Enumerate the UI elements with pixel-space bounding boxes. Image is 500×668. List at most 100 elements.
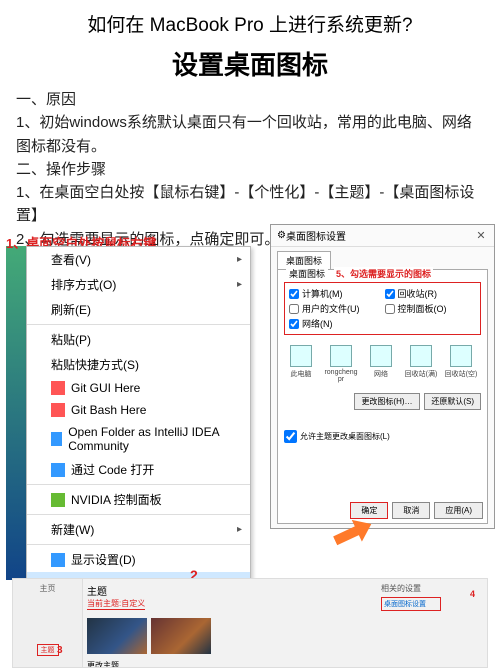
- settings-home: 主页: [15, 583, 80, 594]
- context-menu-label: Git GUI Here: [71, 381, 140, 395]
- desktop-context-menu: 查看(V) 排序方式(O) 刷新(E) 粘贴(P) 粘贴快捷方式(S) Git GUI H…: [26, 246, 251, 598]
- context-menu-item[interactable]: 粘贴快捷方式(S): [27, 352, 250, 377]
- line-4: 1、在桌面空白处按【鼠标右键】-【个性化】-【主题】-【桌面图标设置】: [16, 181, 484, 228]
- theme-preview-1[interactable]: [87, 618, 147, 654]
- display-icon: [51, 553, 65, 567]
- page-title-main: 设置桌面图标: [0, 43, 500, 88]
- icon-preview[interactable]: 回收站(满): [404, 345, 438, 383]
- context-menu-item[interactable]: Open Folder as IntelliJ IDEA Community: [27, 421, 250, 457]
- page-title-question: 如何在 MacBook Pro 上进行系统更新?: [0, 0, 500, 43]
- checkbox[interactable]: [289, 304, 299, 314]
- context-menu-item[interactable]: 显示设置(D): [27, 547, 250, 572]
- context-menu-item[interactable]: 排序方式(O): [27, 272, 250, 297]
- context-menu-label: 粘贴快捷方式(S): [51, 356, 139, 373]
- icon-label: 回收站(空): [444, 369, 478, 379]
- context-menu-item[interactable]: 粘贴(P): [27, 327, 250, 352]
- restore-default-button[interactable]: 还原默认(S): [424, 393, 481, 410]
- context-menu-label: Git Bash Here: [71, 403, 146, 417]
- icon-label: rongcheng pr: [324, 369, 358, 383]
- context-menu-item[interactable]: 查看(V): [27, 247, 250, 272]
- icon-label: 此电脑: [284, 369, 318, 379]
- annotation-5: 5、勾选需要显示的图标: [334, 267, 433, 280]
- checkbox-grid: 计算机(M) 回收站(R) 用户的文件(U) 控制面板(O) 网络(N): [284, 282, 481, 335]
- checkbox[interactable]: [385, 289, 395, 299]
- separator: [27, 544, 250, 545]
- git-icon: [51, 403, 65, 417]
- icon-preview[interactable]: 网络: [364, 345, 398, 383]
- checkbox-item[interactable]: 计算机(M): [289, 287, 381, 300]
- checkbox-label: 回收站(R): [398, 287, 438, 300]
- apply-button[interactable]: 应用(A): [434, 502, 483, 519]
- checkbox[interactable]: [289, 289, 299, 299]
- checkbox[interactable]: [385, 304, 395, 314]
- checkbox[interactable]: [289, 319, 299, 329]
- dialog-titlebar: ⚙ 桌面图标设置 ✕: [271, 225, 494, 247]
- dialog-footer: 确定 取消 应用(A): [282, 502, 483, 519]
- folder-icon: [330, 345, 352, 367]
- related-settings-heading: 相关的设置: [381, 583, 483, 594]
- context-menu-item[interactable]: 刷新(E): [27, 297, 250, 322]
- line-2: 1、初始windows系统默认桌面只有一个回收站，常用的此电脑、网络图标都没有。: [16, 111, 484, 158]
- icon-preview[interactable]: 此电脑: [284, 345, 318, 383]
- allow-theme-check[interactable]: [284, 430, 297, 443]
- checkbox-label: 控制面板(O): [398, 302, 447, 315]
- theme-preview-2[interactable]: [151, 618, 211, 654]
- context-menu-label: 通过 Code 打开: [71, 461, 154, 478]
- checkbox-label: 用户的文件(U): [302, 302, 360, 315]
- context-menu-label: 排序方式(O): [51, 276, 116, 293]
- icon-preview-row: 此电脑 rongcheng pr 网络回收站(满) 回收站(空): [284, 345, 481, 383]
- desktop-icon-settings-dialog: ⚙ 桌面图标设置 ✕ 桌面图标 桌面图标 5、勾选需要显示的图标 计算机(M) 回…: [270, 224, 495, 529]
- context-menu-item[interactable]: Git Bash Here: [27, 399, 250, 421]
- icon-preview[interactable]: 回收站(空): [444, 345, 478, 383]
- checkbox-label: 计算机(M): [302, 287, 343, 300]
- close-icon[interactable]: ✕: [474, 229, 488, 243]
- group-label: 桌面图标: [286, 267, 328, 280]
- settings-right: 相关的设置 桌面图标设置 4: [377, 579, 487, 667]
- git-icon: [51, 381, 65, 395]
- checkbox-item[interactable]: 回收站(R): [385, 287, 477, 300]
- context-menu-item[interactable]: NVIDIA 控制面板: [27, 487, 250, 512]
- settings-theme-item[interactable]: 主题: [37, 644, 59, 656]
- line-1: 一、原因: [16, 88, 484, 111]
- context-menu-label: 粘贴(P): [51, 331, 91, 348]
- cancel-button[interactable]: 取消: [392, 502, 430, 519]
- dialog-mid-buttons: 更改图标(H)… 还原默认(S): [284, 393, 481, 410]
- theme-previews: [87, 618, 373, 654]
- gear-icon: ⚙: [277, 230, 286, 241]
- context-menu-label: 新建(W): [51, 521, 94, 538]
- checkbox-item[interactable]: 用户的文件(U): [289, 302, 381, 315]
- settings-themes-screenshot: 主页 主题 3 主题 当前主题:自定义 更改主题 在 Microsoft Sto…: [12, 578, 488, 668]
- current-theme-label: 当前主题:自定义: [87, 598, 145, 610]
- idea-icon: [51, 432, 62, 446]
- folder-icon: [370, 345, 392, 367]
- vscode-icon: [51, 463, 65, 477]
- change-icon-button[interactable]: 更改图标(H)…: [354, 393, 419, 410]
- separator: [27, 484, 250, 485]
- checkbox-label: 网络(N): [302, 317, 333, 330]
- dialog-title: 桌面图标设置: [286, 228, 474, 243]
- desktop-icon-settings-link[interactable]: 桌面图标设置: [381, 597, 441, 611]
- folder-icon: [450, 345, 472, 367]
- context-menu-label: 刷新(E): [51, 301, 91, 318]
- icon-label: 网络: [364, 369, 398, 379]
- change-theme-label: 更改主题: [87, 660, 373, 668]
- annotation-3: 3: [57, 645, 63, 656]
- context-menu-item[interactable]: Git GUI Here: [27, 377, 250, 399]
- allow-theme-checkbox[interactable]: 允许主题更改桌面图标(L): [284, 430, 481, 443]
- nvidia-icon: [51, 493, 65, 507]
- context-menu-label: 显示设置(D): [71, 551, 136, 568]
- dialog-body: 桌面图标 5、勾选需要显示的图标 计算机(M) 回收站(R) 用户的文件(U) 控制面…: [277, 269, 488, 524]
- icon-preview[interactable]: rongcheng pr: [324, 345, 358, 383]
- ok-button[interactable]: 确定: [350, 502, 388, 519]
- desktop-wallpaper: [6, 246, 26, 580]
- folder-icon: [410, 345, 432, 367]
- context-menu-label: Open Folder as IntelliJ IDEA Community: [68, 425, 240, 453]
- folder-icon: [290, 345, 312, 367]
- context-menu-item[interactable]: 新建(W): [27, 517, 250, 542]
- checkbox-item[interactable]: 控制面板(O): [385, 302, 477, 315]
- context-menu-label: 查看(V): [51, 251, 91, 268]
- checkbox-item[interactable]: 网络(N): [289, 317, 381, 330]
- context-menu-item[interactable]: 通过 Code 打开: [27, 457, 250, 482]
- line-3: 二、操作步骤: [16, 158, 484, 181]
- context-menu-label: NVIDIA 控制面板: [71, 491, 162, 508]
